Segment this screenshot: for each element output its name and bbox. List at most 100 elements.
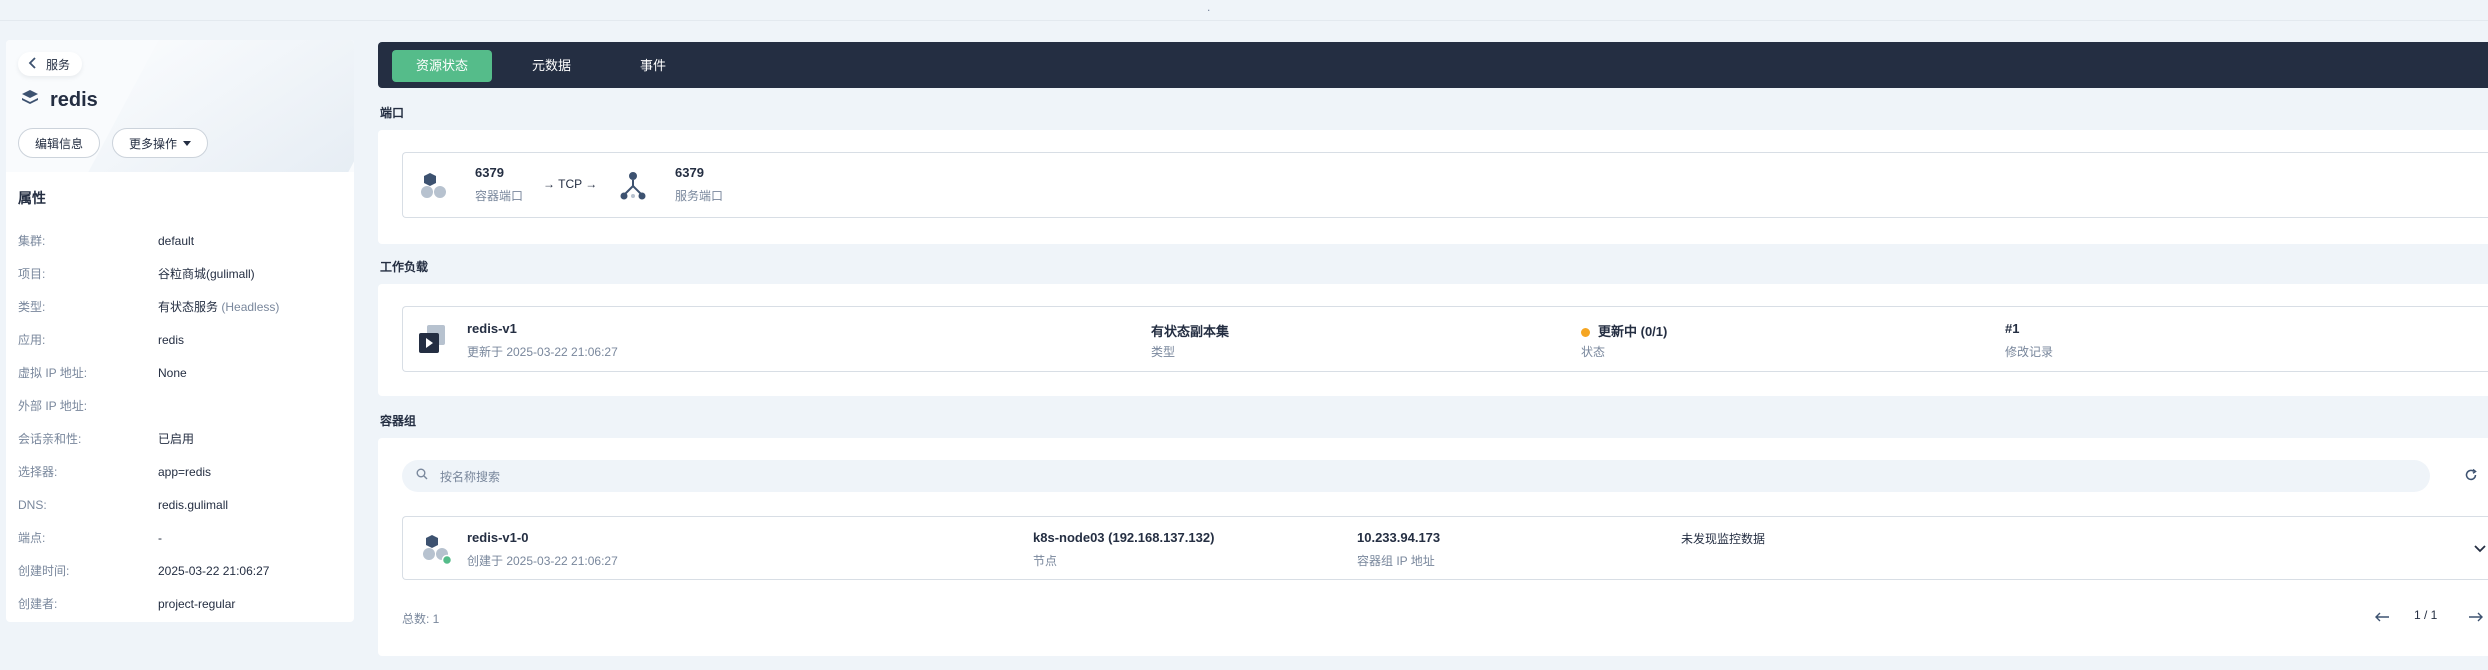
prop-value: redis xyxy=(158,332,185,347)
workload-status-value: 更新中 (0/1) xyxy=(1598,324,1668,339)
edit-info-label: 编辑信息 xyxy=(35,136,84,151)
workload-row[interactable]: redis-v1 更新于 2025-03-22 21:06:27 有状态副本集 … xyxy=(402,306,2488,372)
properties-heading: 属性 xyxy=(18,190,46,206)
pods-heading: 容器组 xyxy=(380,414,417,428)
tab-metadata[interactable]: 元数据 xyxy=(508,50,595,82)
container-port-value: 6379 xyxy=(475,165,504,180)
pods-card: 按名称搜索 redis-v1-0 创建于 2025-03-22 21:06:27… xyxy=(378,438,2488,656)
chevron-left-icon xyxy=(28,57,38,71)
prop-value: 谷粒商城(gulimall) xyxy=(158,267,255,281)
prop-type-value: 有状态服务 xyxy=(158,300,219,314)
search-icon xyxy=(416,467,428,485)
pod-node-value[interactable]: k8s-node03 (192.168.137.132) xyxy=(1033,530,1214,545)
properties-list: 集群: default 项目: 谷粒商城(gulimall) 类型: 有状态服务 (H… xyxy=(18,224,348,620)
prop-key: 应用: xyxy=(18,333,46,347)
prop-key: 端点: xyxy=(18,531,46,545)
prop-value: None xyxy=(158,365,187,380)
refresh-icon[interactable] xyxy=(2464,468,2478,487)
more-actions-button[interactable]: 更多操作 xyxy=(112,128,209,158)
prop-value: project-regular xyxy=(158,596,236,611)
container-cubes-icon xyxy=(419,171,449,206)
top-divider xyxy=(0,20,2488,21)
protocol-arrow: → TCP → xyxy=(543,177,598,191)
prop-key: 创建时间: xyxy=(18,564,70,578)
prop-key: 类型: xyxy=(18,300,46,314)
tab-events[interactable]: 事件 xyxy=(616,50,690,82)
prop-key: 虚拟 IP 地址: xyxy=(18,366,88,380)
tab-resource-status[interactable]: 资源状态 xyxy=(392,50,493,82)
container-port-label: 容器端口 xyxy=(475,189,524,203)
prop-key: 选择器: xyxy=(18,465,58,479)
status-warning-dot xyxy=(1581,328,1590,338)
pod-created: 创建于 2025-03-22 21:06:27 xyxy=(467,554,618,568)
back-to-services-button[interactable]: 服务 xyxy=(18,52,83,76)
prop-value: - xyxy=(158,530,162,545)
chevron-down-icon[interactable] xyxy=(2473,541,2487,559)
detail-tabs: 资源状态 元数据 事件 xyxy=(378,42,2488,88)
more-actions-label: 更多操作 xyxy=(129,136,178,151)
back-label: 服务 xyxy=(46,57,71,72)
statefulset-icon xyxy=(417,323,447,360)
top-dot: . xyxy=(1207,0,1211,14)
workload-revision-label: 修改记录 xyxy=(2005,345,2054,359)
prop-endpoints: 端点: - xyxy=(18,521,348,554)
prop-key: 外部 IP 地址: xyxy=(18,399,88,413)
workload-type-label: 类型 xyxy=(1151,345,1176,359)
prop-selector: 选择器: app=redis xyxy=(18,455,348,488)
service-detail-panel: 服务 redis 编辑信息 更多操作 属性 集群: default 项目: 谷粒商城… xyxy=(6,40,354,622)
prop-value: default xyxy=(158,233,195,248)
pod-node-label: 节点 xyxy=(1033,554,1058,568)
prop-key: 创建者: xyxy=(18,597,58,611)
page-indicator: 1 / 1 xyxy=(2414,608,2438,622)
prop-type: 类型: 有状态服务 (Headless) xyxy=(18,290,348,323)
pod-search-bar[interactable]: 按名称搜索 xyxy=(402,460,2430,492)
pod-cubes-icon xyxy=(421,533,453,570)
workload-card: redis-v1 更新于 2025-03-22 21:06:27 有状态副本集 … xyxy=(378,284,2488,396)
service-topology-icon xyxy=(619,171,647,206)
prop-cluster: 集群: default xyxy=(18,224,348,257)
service-name: redis xyxy=(50,89,98,111)
workload-updated: 更新于 2025-03-22 21:06:27 xyxy=(467,345,618,359)
workload-heading: 工作负载 xyxy=(380,260,429,274)
prop-creator: 创建者: project-regular xyxy=(18,587,348,620)
ports-heading: 端口 xyxy=(380,106,405,120)
prop-value: 已启用 xyxy=(158,432,195,446)
prop-app: 应用: redis xyxy=(18,323,348,356)
prop-value: 有状态服务 (Headless) xyxy=(158,298,279,315)
workload-status: 更新中 (0/1) xyxy=(1581,321,1667,340)
monitor-empty-text: 未发现监控数据 xyxy=(1681,532,1766,546)
caret-down-icon xyxy=(183,136,192,150)
prop-key: DNS: xyxy=(18,497,47,512)
prop-type-qualifier: (Headless) xyxy=(221,300,280,314)
prop-value: app=redis xyxy=(158,464,212,479)
prop-dns: DNS: redis.gulimall xyxy=(18,488,348,521)
prev-page-icon[interactable] xyxy=(2374,609,2390,627)
prop-project: 项目: 谷粒商城(gulimall) xyxy=(18,257,348,290)
service-layers-icon xyxy=(20,88,40,113)
workload-revision-value: #1 xyxy=(2005,321,2020,336)
prop-external-ip: 外部 IP 地址: xyxy=(18,389,348,422)
prop-key: 项目: xyxy=(18,267,46,281)
prop-created-time: 创建时间: 2025-03-22 21:06:27 xyxy=(18,554,348,587)
service-port-label: 服务端口 xyxy=(675,189,724,203)
pods-total: 总数: 1 xyxy=(402,612,440,626)
search-placeholder: 按名称搜索 xyxy=(440,469,501,484)
pod-ip-value: 10.233.94.173 xyxy=(1357,530,1441,545)
ports-card: 6379 容器端口 → TCP → 6379 服务端口 xyxy=(378,130,2488,244)
pod-row[interactable]: redis-v1-0 创建于 2025-03-22 21:06:27 k8s-n… xyxy=(402,516,2488,580)
prop-virtual-ip: 虚拟 IP 地址: None xyxy=(18,356,348,389)
prop-value: redis.gulimall xyxy=(158,497,229,512)
prop-value: 2025-03-22 21:06:27 xyxy=(158,563,270,578)
workload-status-label: 状态 xyxy=(1581,345,1606,359)
next-page-icon[interactable] xyxy=(2468,609,2484,627)
pod-name[interactable]: redis-v1-0 xyxy=(467,530,528,545)
service-port-value: 6379 xyxy=(675,165,704,180)
prop-session-affinity: 会话亲和性: 已启用 xyxy=(18,422,348,455)
prop-key: 会话亲和性: xyxy=(18,432,82,446)
workload-type-value: 有状态副本集 xyxy=(1151,324,1230,339)
service-title: redis xyxy=(20,88,98,113)
edit-info-button[interactable]: 编辑信息 xyxy=(18,128,101,158)
workload-name[interactable]: redis-v1 xyxy=(467,321,517,336)
pod-ip-label: 容器组 IP 地址 xyxy=(1357,554,1435,568)
port-mapping-row: 6379 容器端口 → TCP → 6379 服务端口 xyxy=(402,152,2488,218)
